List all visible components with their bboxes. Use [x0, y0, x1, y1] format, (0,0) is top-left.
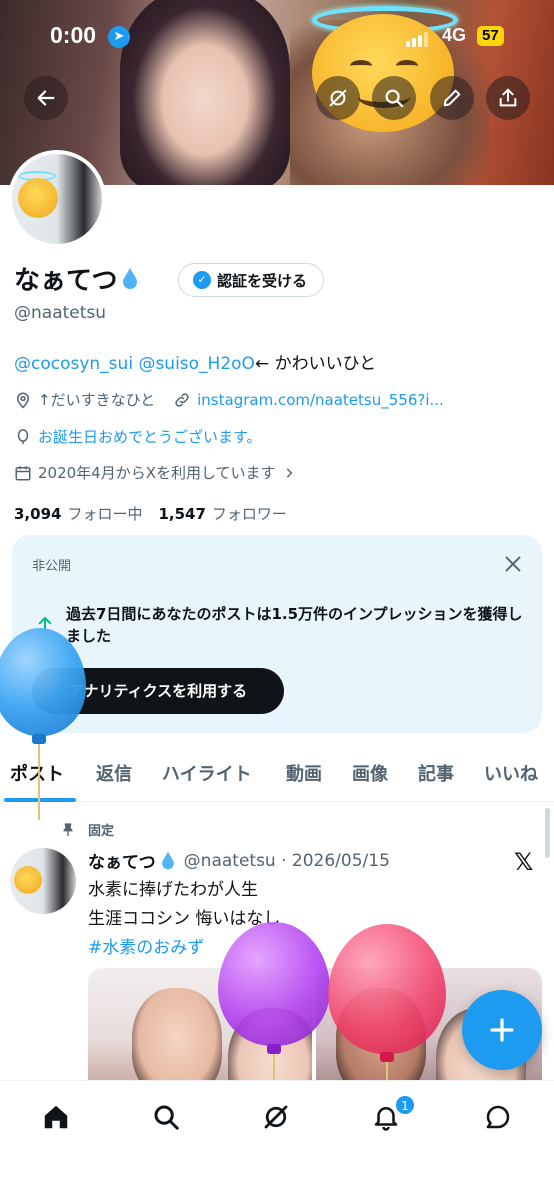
chevron-right-icon	[286, 467, 292, 478]
notification-count-badge: 1	[395, 1095, 415, 1115]
pencil-icon	[443, 89, 461, 107]
search-button[interactable]	[372, 76, 416, 120]
profile-birthday-row: お誕生日おめでとうございます。	[14, 426, 262, 447]
nav-messages[interactable]	[478, 1097, 518, 1137]
arrow-left-icon	[37, 90, 55, 106]
followers-label[interactable]: フォロワー	[212, 505, 287, 523]
water-drop-icon	[123, 267, 138, 289]
nav-home[interactable]	[36, 1097, 76, 1137]
edit-profile-button[interactable]	[430, 76, 474, 120]
tweet-handle-date: @naatetsu · 2026/05/15	[183, 850, 390, 871]
get-verified-button[interactable]: ✓ 認証を受ける	[178, 263, 325, 297]
tweet-author-name[interactable]: なぁてつ	[88, 848, 156, 873]
bio-mentions[interactable]: @cocosyn_sui @suiso_H2oO	[14, 354, 255, 374]
tweet-line-1: 水素に捧げたわが人生	[88, 880, 258, 900]
tweet-header: なぁてつ @naatetsu · 2026/05/15	[88, 848, 390, 874]
pinned-label: 固定	[88, 824, 115, 839]
location-arrow-icon: ➤	[108, 26, 130, 48]
tab-highlights[interactable]: ハイライト	[162, 760, 252, 786]
share-icon	[499, 88, 517, 107]
active-tab-indicator	[4, 798, 76, 802]
profile-location: ↑だいすきなひと	[38, 391, 156, 409]
status-time: 0:00	[50, 22, 97, 48]
search-icon	[154, 1105, 179, 1130]
avatar-emoji-sticker	[18, 178, 58, 218]
get-verified-label: 認証を受ける	[217, 271, 308, 290]
tab-likes[interactable]: いいね	[484, 760, 538, 786]
chat-bubble-icon	[486, 1105, 510, 1129]
grok-icon	[329, 89, 347, 107]
profile-handle: @naatetsu	[14, 303, 107, 323]
profile-website-link[interactable]: instagram.com/naatetsu_556?i...	[197, 391, 444, 409]
grok-icon	[264, 1105, 288, 1129]
pin-icon	[63, 822, 73, 836]
analytics-message: 過去7日間にあなたのポストは1.5万件のインプレッションを獲得しました	[66, 605, 523, 645]
close-icon[interactable]	[502, 553, 524, 575]
scrollbar[interactable]	[545, 808, 550, 858]
status-bar: 0:00 ➤ 4G 57	[0, 20, 554, 54]
network-type: 4G	[442, 25, 467, 45]
following-count[interactable]: 3,094	[14, 505, 61, 523]
plus-icon	[490, 1018, 514, 1042]
profile-joined-date: 2020年4月からXを利用しています	[38, 464, 276, 482]
battery-indicator: 57	[477, 26, 504, 46]
cellular-signal-icon	[406, 28, 430, 47]
followers-count[interactable]: 1,547	[158, 505, 205, 523]
share-button[interactable]	[486, 76, 530, 120]
back-button[interactable]	[24, 76, 68, 120]
following-label[interactable]: フォロー中	[67, 505, 142, 523]
water-drop-icon	[161, 851, 174, 869]
link-icon	[175, 392, 189, 407]
purple-balloon-decoration	[218, 922, 330, 1046]
compose-post-button[interactable]	[462, 990, 542, 1070]
nav-grok[interactable]	[256, 1097, 296, 1137]
x-logo-icon[interactable]: 𝕏	[514, 848, 533, 876]
location-pin-icon	[16, 392, 30, 409]
calendar-icon	[15, 465, 31, 480]
profile-name: なぁてつ	[14, 266, 118, 296]
search-icon	[385, 89, 404, 108]
private-label: 非公開	[32, 559, 72, 574]
profile-bio: @cocosyn_sui @suiso_H2oO← かわいいひと	[14, 349, 376, 374]
profile-avatar[interactable]	[8, 150, 106, 248]
tab-photos[interactable]: 画像	[352, 760, 388, 786]
tab-replies[interactable]: 返信	[96, 760, 132, 786]
profile-name-row: なぁてつ	[14, 260, 139, 297]
red-balloon-decoration	[328, 924, 446, 1054]
tab-posts[interactable]: ポスト	[10, 760, 64, 786]
bio-text: ← かわいいひと	[254, 354, 377, 374]
follow-stats: 3,094 フォロー中 1,547 フォロワー	[14, 503, 287, 524]
bottom-navigation: 1	[0, 1080, 554, 1199]
verified-badge-icon: ✓	[193, 271, 211, 289]
profile-joined-row[interactable]: 2020年4月からXを利用しています	[14, 462, 302, 483]
home-icon	[44, 1105, 68, 1129]
tab-articles[interactable]: 記事	[418, 760, 454, 786]
pinned-indicator: 固定	[60, 820, 114, 839]
profile-meta-row: ↑だいすきなひと instagram.com/naatetsu_556?i...	[14, 389, 444, 410]
analytics-card: 非公開 過去7日間にあなたのポストは1.5万件のインプレッションを獲得しました …	[12, 535, 542, 733]
tweet-avatar[interactable]	[10, 848, 76, 914]
tab-videos[interactable]: 動画	[286, 760, 322, 786]
profile-birthday: お誕生日おめでとうございます。	[38, 428, 262, 446]
profile-tabs: ポスト 返信 ハイライト 動画 画像 記事 いいね	[0, 748, 554, 802]
nav-search[interactable]	[146, 1097, 186, 1137]
grok-button[interactable]	[316, 76, 360, 120]
balloon-icon	[17, 428, 29, 444]
